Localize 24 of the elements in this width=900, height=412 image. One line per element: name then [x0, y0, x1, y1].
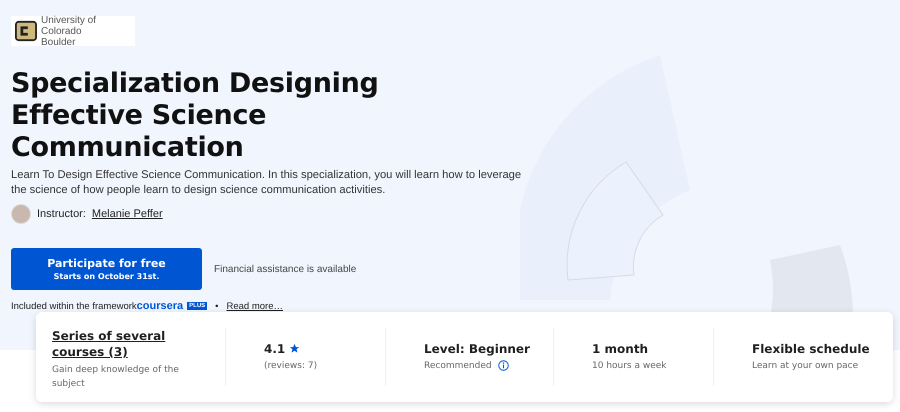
financial-aid-text: Financial assistance is available — [214, 264, 356, 274]
brand-logo: coursera — [136, 300, 184, 312]
university-logo: University of Colorado Boulder — [11, 16, 135, 46]
star-icon — [289, 343, 300, 354]
info-icon[interactable] — [498, 360, 509, 371]
course-series-link[interactable]: Series of several courses (3) — [52, 328, 172, 360]
stat-title: Level: Beginner — [424, 342, 531, 356]
stat-subtitle: Learn at your own pace — [752, 360, 860, 372]
stat-subtitle: (reviews: 7) — [264, 360, 318, 372]
stat-title: Flexible schedule — [752, 342, 871, 356]
stat-subtitle: Gain deep knowledge of the subject — [52, 364, 180, 391]
read-more-link[interactable]: Read more… — [226, 300, 283, 312]
instructor-avatar — [11, 204, 31, 224]
separator-dot: • — [215, 300, 218, 312]
enroll-button[interactable]: Participate for free Starts on October 31st. — [11, 248, 202, 290]
stat-title: 1 month — [592, 342, 650, 356]
rating-value: 4.1 — [264, 342, 286, 356]
instructor-link[interactable]: Melanie Peffer — [92, 208, 163, 220]
page-title: Specialization Designing Effective Science Communication — [11, 68, 380, 164]
stat-subtitle: 10 hours a week — [592, 360, 668, 372]
included-text: Included within the framework — [11, 300, 137, 312]
stat-subtitle: Recommended — [424, 360, 492, 372]
course-description: Learn To Design Effective Science Communication. In this specialization, you will learn how to leverage the science of how people learn to design science communication activities. — [11, 168, 522, 198]
instructor-label: Instructor: — [37, 208, 86, 220]
